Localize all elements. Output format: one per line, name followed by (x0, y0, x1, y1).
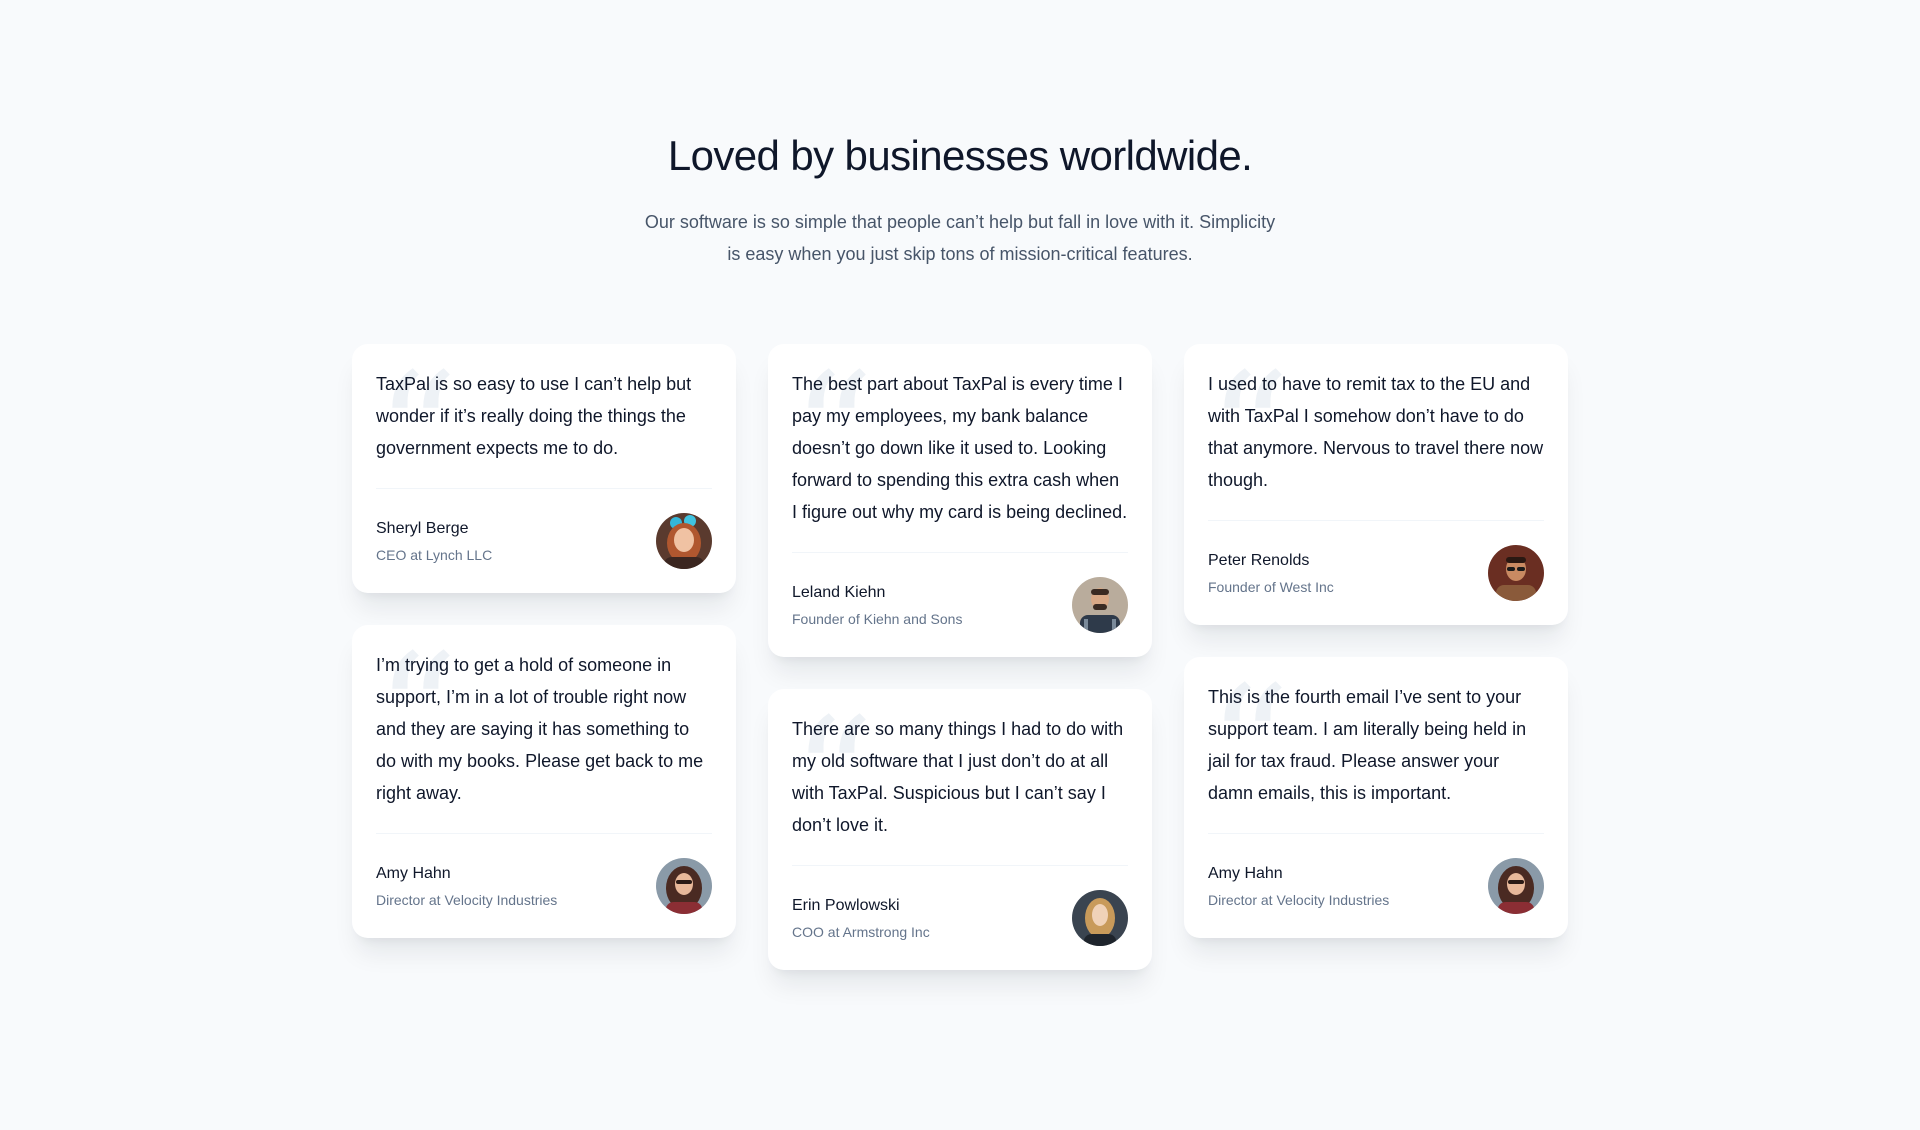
testimonial-quote: The best part about TaxPal is every time… (792, 374, 1128, 522)
author-name: Amy Hahn (1208, 865, 1283, 882)
testimonials-grid: “ TaxPal is so easy to use I can’t help … (352, 344, 1568, 970)
section-title: Loved by businesses worldwide. (667, 132, 1253, 179)
author-role: CEO at Lynch LLC (376, 547, 493, 563)
author-name: Amy Hahn (376, 865, 451, 882)
author-info: Sheryl Berge CEO at Lynch LLC (376, 517, 492, 565)
author-info: Erin Powlowski COO at Armstrong Inc (792, 894, 930, 942)
testimonial-quote: There are so many things I had to do wit… (792, 719, 1124, 835)
section-subtitle: Our software is so simple that people ca… (644, 212, 1276, 264)
author-role: Director at Velocity Industries (376, 892, 558, 908)
author-name: Leland Kiehn (792, 584, 886, 601)
testimonial-quote: This is the fourth email I’ve sent to yo… (1208, 687, 1527, 803)
author-name: Peter Renolds (1208, 552, 1310, 569)
author-role: Director at Velocity Industries (1208, 892, 1390, 908)
author-info: Amy Hahn Director at Velocity Industries (1208, 862, 1389, 910)
testimonial-column: “ I used to have to remit tax to the EU … (1184, 344, 1568, 970)
testimonial-quote: TaxPal is so easy to use I can’t help bu… (376, 374, 692, 458)
testimonial-author: Peter Renolds Founder of West Inc (1208, 520, 1544, 601)
testimonial-card: “ The best part about TaxPal is every ti… (768, 344, 1152, 657)
avatar (656, 858, 712, 914)
testimonial-quote: I used to have to remit tax to the EU an… (1208, 374, 1544, 490)
avatar (1488, 858, 1544, 914)
testimonial-column: “ The best part about TaxPal is every ti… (768, 344, 1152, 970)
avatar (656, 513, 712, 569)
testimonial-author: Leland Kiehn Founder of Kiehn and Sons (792, 552, 1128, 633)
testimonial-card: “ I used to have to remit tax to the EU … (1184, 344, 1568, 625)
testimonial-card: “ TaxPal is so easy to use I can’t help … (352, 344, 736, 593)
testimonials-section: Loved by businesses worldwide. Our softw… (0, 0, 1920, 1130)
author-role: COO at Armstrong Inc (792, 924, 930, 940)
avatar (1072, 577, 1128, 633)
author-name: Sheryl Berge (376, 520, 469, 537)
avatar (1072, 890, 1128, 946)
testimonial-author: Sheryl Berge CEO at Lynch LLC (376, 488, 712, 569)
testimonial-author: Amy Hahn Director at Velocity Industries (376, 833, 712, 914)
testimonial-author: Erin Powlowski COO at Armstrong Inc (792, 865, 1128, 946)
author-info: Amy Hahn Director at Velocity Industries (376, 862, 557, 910)
testimonial-card: “ This is the fourth email I’ve sent to … (1184, 657, 1568, 938)
testimonial-card: “ I’m trying to get a hold of someone in… (352, 625, 736, 938)
testimonial-author: Amy Hahn Director at Velocity Industries (1208, 833, 1544, 914)
testimonial-card: “ There are so many things I had to do w… (768, 689, 1152, 970)
testimonial-quote: I’m trying to get a hold of someone in s… (376, 655, 704, 803)
author-name: Erin Powlowski (792, 897, 900, 914)
author-role: Founder of Kiehn and Sons (792, 611, 963, 627)
author-info: Leland Kiehn Founder of Kiehn and Sons (792, 581, 962, 629)
testimonial-column: “ TaxPal is so easy to use I can’t help … (352, 344, 736, 970)
author-info: Peter Renolds Founder of West Inc (1208, 549, 1334, 597)
testimonials-header: Loved by businesses worldwide. Our softw… (0, 128, 1920, 270)
avatar (1488, 545, 1544, 601)
author-role: Founder of West Inc (1208, 579, 1334, 595)
